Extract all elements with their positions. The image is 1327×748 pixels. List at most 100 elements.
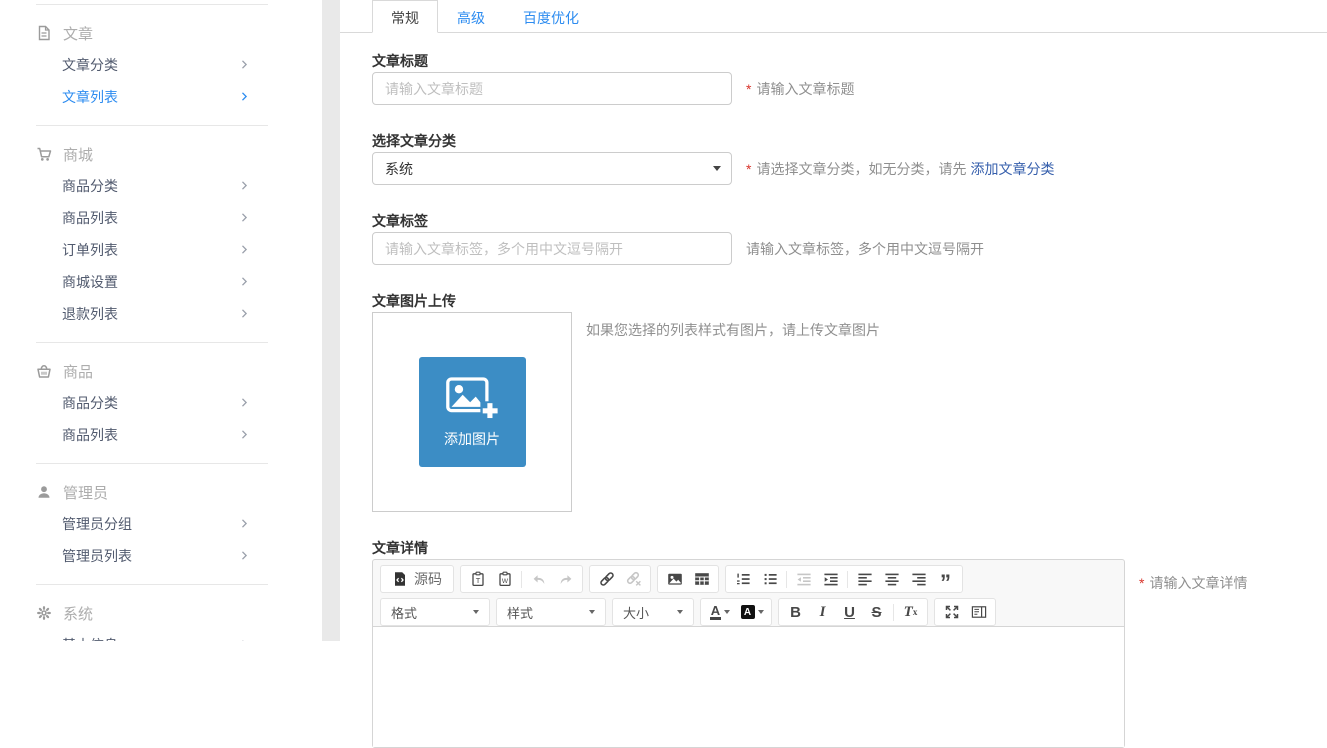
sidebar-item-order-list[interactable]: 订单列表 (0, 234, 322, 266)
image-upload-box: 添加图片 (372, 312, 572, 512)
field-label: 文章标题 (372, 52, 1327, 71)
source-button[interactable]: 源码 (384, 567, 450, 591)
field-label: 选择文章分类 (372, 132, 1327, 151)
ordered-list-icon (735, 571, 751, 587)
show-blocks-icon (971, 604, 987, 620)
sidebar-item-product-list[interactable]: 商品列表 (0, 419, 322, 451)
sidebar-item-article-category[interactable]: 文章分类 (0, 49, 322, 81)
article-title-input[interactable] (372, 72, 732, 105)
sidebar-header-system: 系统 (0, 597, 322, 629)
sidebar-header-mall: 商城 (0, 138, 322, 170)
tab-advanced[interactable]: 高级 (438, 0, 504, 32)
tab-bar: 常规 高级 百度优化 (340, 0, 1327, 33)
chevron-right-icon (238, 428, 251, 441)
size-dropdown[interactable]: 大小 (616, 600, 690, 624)
align-right-button[interactable] (905, 567, 932, 591)
field-article-title: 文章标题 *请输入文章标题 (372, 52, 1327, 105)
tab-general[interactable]: 常规 (372, 0, 438, 33)
remove-format-button[interactable]: Tx (897, 600, 924, 624)
sidebar-section-admin: 管理员 管理员分组 管理员列表 (0, 476, 322, 572)
tab-baidu-seo[interactable]: 百度优化 (504, 0, 598, 32)
bg-color-button[interactable]: A (736, 600, 768, 624)
required-asterisk: * (746, 81, 751, 97)
add-image-button[interactable]: 添加图片 (419, 357, 526, 467)
toolbar-group-styles: 样式 (496, 598, 606, 626)
insert-table-button[interactable] (688, 567, 715, 591)
align-center-button[interactable] (878, 567, 905, 591)
chevron-right-icon (238, 549, 251, 562)
divider (36, 4, 268, 5)
italic-button[interactable]: I (809, 600, 836, 624)
field-article-image: 文章图片上传 添加图片 如果您选择 (372, 292, 1327, 512)
undo-icon (531, 571, 547, 587)
select-caret-icon (713, 166, 721, 171)
toolbar-separator (847, 571, 848, 588)
sidebar-item-goods-list[interactable]: 商品列表 (0, 202, 322, 234)
bold-button[interactable]: B (782, 600, 809, 624)
divider (36, 463, 268, 464)
dropdown-caret-icon (473, 610, 479, 614)
svg-text:W: W (501, 578, 508, 585)
sidebar-header-product: 商品 (0, 355, 322, 387)
link-button[interactable] (593, 567, 620, 591)
category-select[interactable]: 系统 (372, 152, 732, 185)
unlink-button[interactable] (620, 567, 647, 591)
chevron-right-icon (238, 211, 251, 224)
image-icon (667, 571, 683, 587)
align-center-icon (884, 571, 900, 587)
sidebar-item-article-list[interactable]: 文章列表 (0, 81, 322, 113)
format-dropdown[interactable]: 格式 (384, 600, 486, 624)
outdent-button[interactable] (790, 567, 817, 591)
sidebar-item-refund-list[interactable]: 退款列表 (0, 298, 322, 330)
bullet-list-icon (762, 571, 778, 587)
sidebar-item-product-category[interactable]: 商品分类 (0, 387, 322, 419)
sidebar-section-product: 商品 商品分类 商品列表 (0, 355, 322, 451)
divider (36, 584, 268, 585)
redo-icon (558, 571, 574, 587)
text-color-button[interactable]: A (704, 600, 736, 624)
basket-icon (36, 363, 52, 379)
sidebar-section-article: 文章 文章分类 文章列表 (0, 17, 322, 113)
toolbar-group-format: 格式 (380, 598, 490, 626)
toolbar-group-basicstyles: B I U S Tx (778, 598, 928, 626)
required-asterisk: * (746, 161, 751, 177)
editor-content-area[interactable] (373, 626, 1124, 747)
svg-text:T: T (475, 576, 480, 585)
align-left-button[interactable] (851, 567, 878, 591)
divider (36, 342, 268, 343)
sidebar-item-mall-settings[interactable]: 商城设置 (0, 266, 322, 298)
sidebar-item-basic-info[interactable]: 基本信息 (0, 629, 322, 641)
field-hint: *请输入文章详情 (1139, 559, 1247, 593)
maximize-button[interactable] (938, 600, 965, 624)
indent-button[interactable] (817, 567, 844, 591)
sidebar-section-mall: 商城 商品分类 商品列表 订单列表 商城设置 退款列表 (0, 138, 322, 330)
chevron-right-icon (238, 179, 251, 192)
article-tags-input[interactable] (372, 232, 732, 265)
layout-gutter (322, 0, 340, 641)
blockquote-button[interactable]: ” (932, 567, 959, 591)
redo-button[interactable] (552, 567, 579, 591)
underline-button[interactable]: U (836, 600, 863, 624)
paste-word-button[interactable]: W (491, 567, 518, 591)
sidebar-item-admin-group[interactable]: 管理员分组 (0, 508, 322, 540)
insert-image-button[interactable] (661, 567, 688, 591)
align-left-icon (857, 571, 873, 587)
toolbar-group-links (589, 565, 651, 593)
dropdown-caret-icon (758, 610, 764, 614)
sidebar-item-admin-list[interactable]: 管理员列表 (0, 540, 322, 572)
field-hint: 如果您选择的列表样式有图片，请上传文章图片 (586, 312, 880, 340)
required-asterisk: * (1139, 575, 1144, 591)
bullet-list-button[interactable] (756, 567, 783, 591)
field-label: 文章详情 (372, 539, 1327, 558)
add-category-link[interactable]: 添加文章分类 (970, 161, 1054, 177)
ordered-list-button[interactable] (729, 567, 756, 591)
show-blocks-button[interactable] (965, 600, 992, 624)
chevron-right-icon (238, 396, 251, 409)
dropdown-caret-icon (677, 610, 683, 614)
sidebar-item-goods-category[interactable]: 商品分类 (0, 170, 322, 202)
paste-text-button[interactable]: T (464, 567, 491, 591)
styles-dropdown[interactable]: 样式 (500, 600, 602, 624)
toolbar-group-clipboard: T W (460, 565, 583, 593)
undo-button[interactable] (525, 567, 552, 591)
strikethrough-button[interactable]: S (863, 600, 890, 624)
